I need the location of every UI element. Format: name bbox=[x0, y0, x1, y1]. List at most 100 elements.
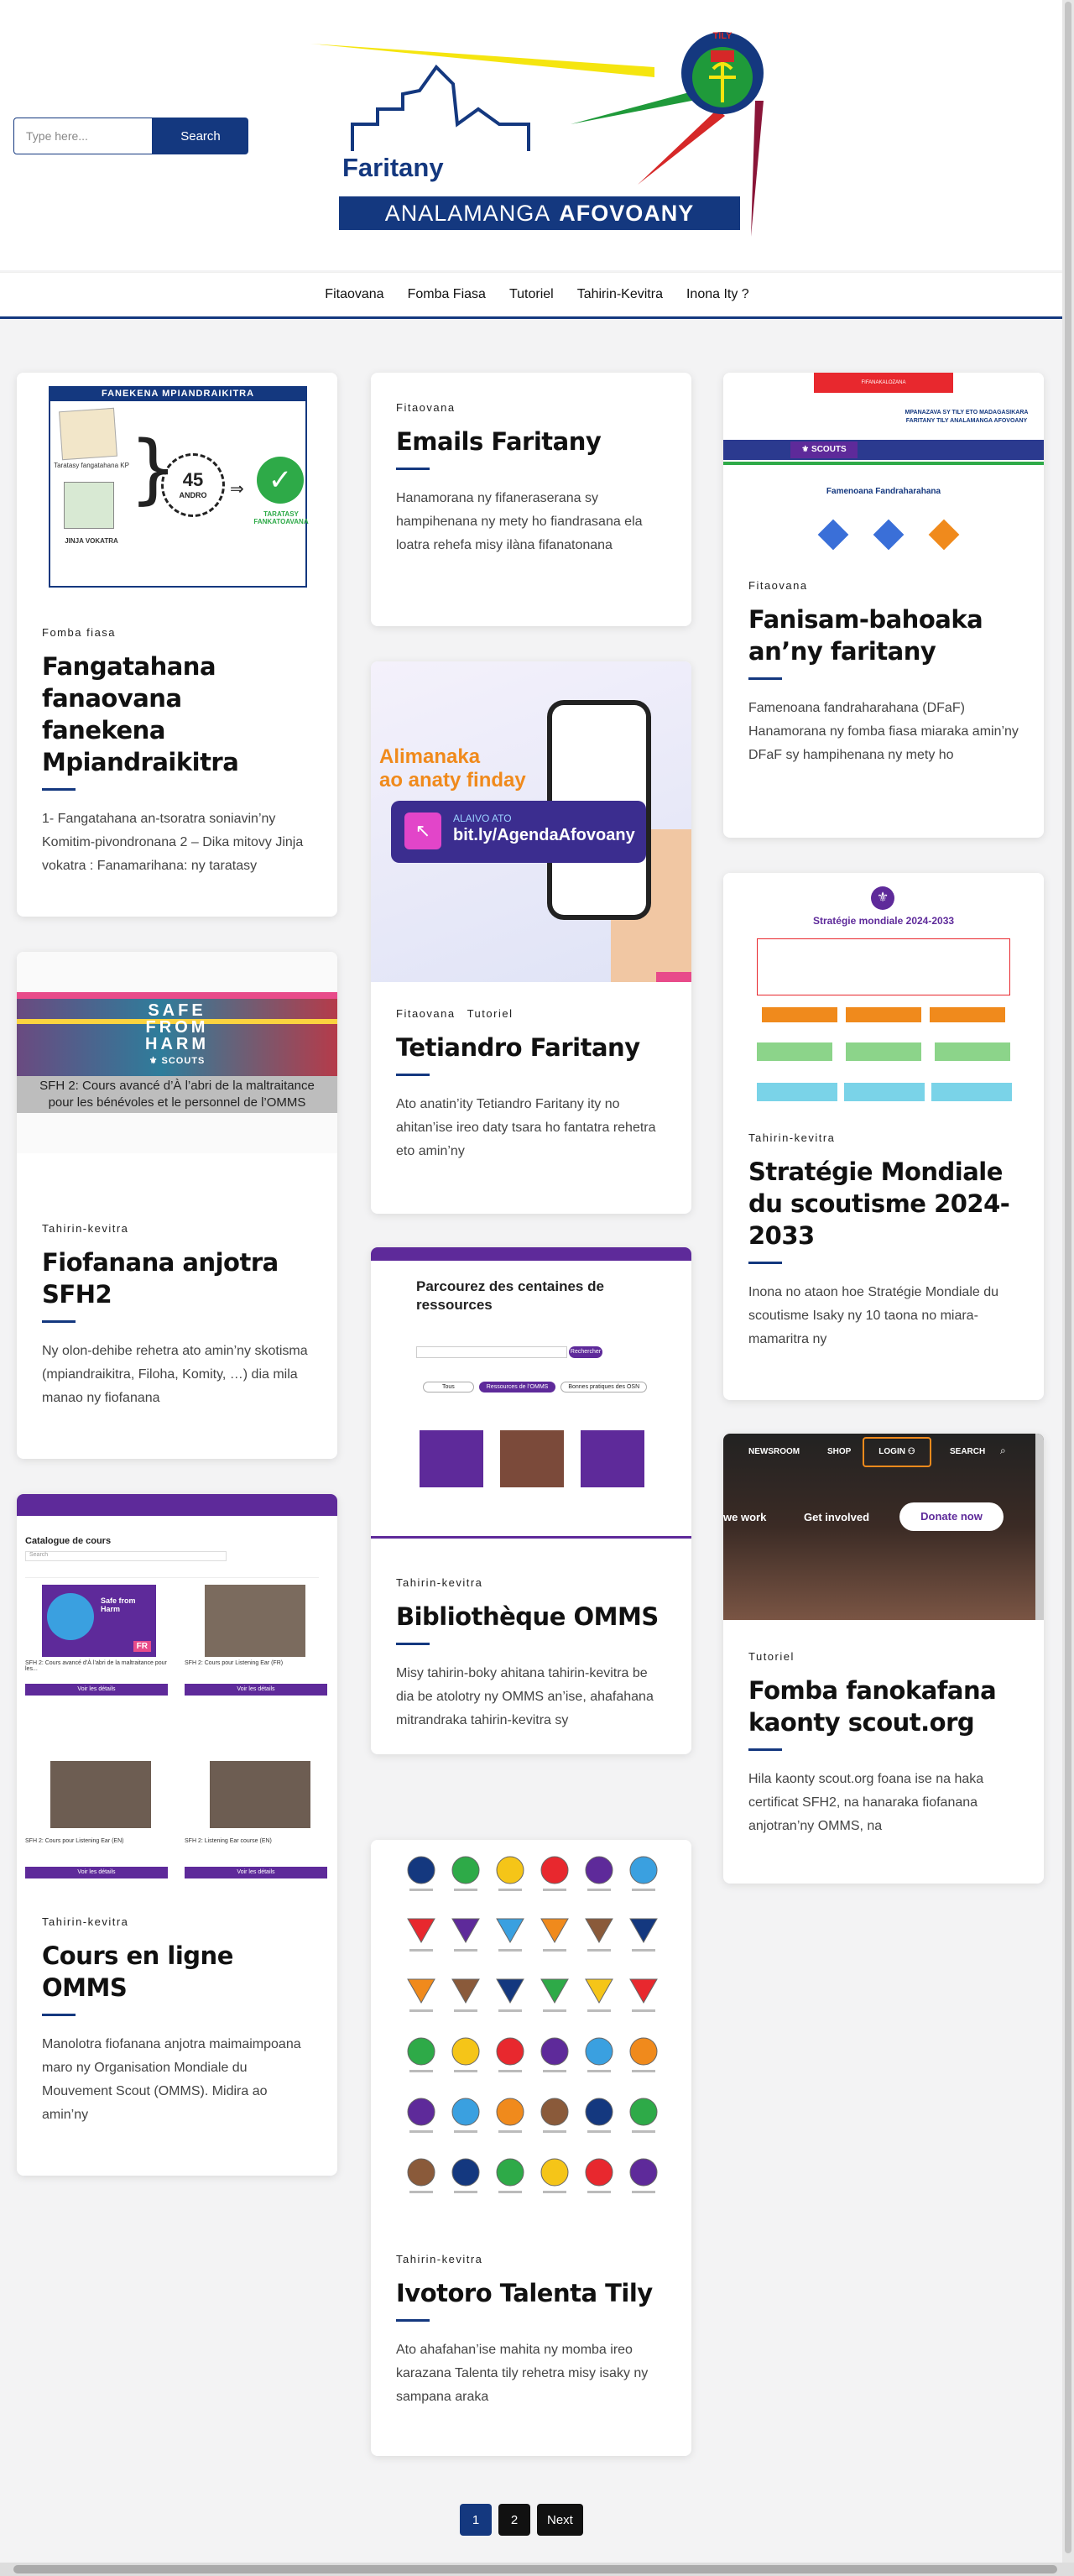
post-category-link[interactable]: Fomba fiasa bbox=[42, 626, 116, 639]
post-body: Tahirin-kevitra Bibliothèque OMMS Misy t… bbox=[396, 1576, 666, 1732]
thumb-photo bbox=[210, 1761, 310, 1828]
talent-badge-icon bbox=[585, 1918, 613, 1944]
post-body: Tahirin-kevitra Ivotoro Talenta Tily Ato… bbox=[396, 2253, 666, 2409]
talent-badge-caption bbox=[454, 2130, 477, 2133]
nav-item-inona-ity[interactable]: Inona Ity ? bbox=[686, 287, 749, 302]
post-title[interactable]: Cours en ligne OMMS bbox=[42, 1940, 312, 2004]
search-input[interactable] bbox=[13, 118, 153, 154]
main-nav: Fitaovana Fomba Fiasa Tutoriel Tahirin-K… bbox=[0, 272, 1074, 319]
thumb-banner: FANEKENA MPIANDRAIKITRA bbox=[49, 386, 307, 401]
talent-badge-caption bbox=[632, 2070, 655, 2072]
post-category-link[interactable]: Tutoriel bbox=[467, 1007, 514, 1020]
thumb-resource-tile bbox=[500, 1430, 564, 1487]
thumb-line-2: FARITANY TILY ANALAMANGA AFOVOANY bbox=[905, 418, 1028, 424]
thumb-login: LOGIN ⚇ bbox=[863, 1437, 931, 1467]
post-thumbnail[interactable]: NEWSROOM SHOP LOGIN ⚇ SEARCH ⌕ we work G… bbox=[723, 1434, 1044, 1620]
talent-badge-icon bbox=[451, 2098, 480, 2126]
post-category-link[interactable]: Fitaovana bbox=[748, 579, 808, 592]
post-title[interactable]: Fanisam-bahoaka an’ny faritany bbox=[748, 604, 1019, 667]
nav-item-tutoriel[interactable]: Tutoriel bbox=[509, 287, 554, 302]
logo-subtitle: ANALAMANGA AFOVOANY bbox=[339, 196, 740, 230]
post-category-link[interactable]: Tutoriel bbox=[748, 1650, 795, 1663]
talent-badge-caption bbox=[454, 2191, 477, 2193]
thumb-priority bbox=[844, 1083, 925, 1101]
logo-subtitle-1: ANALAMANGA bbox=[384, 200, 551, 226]
next-page-link[interactable]: Next bbox=[537, 2504, 583, 2536]
thumb-line-1: MPANAZAVA SY TILY ETO MADAGASIKARA bbox=[905, 410, 1029, 415]
post-title[interactable]: Bibliothèque OMMS bbox=[396, 1601, 666, 1633]
post-category-link[interactable]: Tahirin-kevitra bbox=[396, 1576, 482, 1589]
thumb-pill-2: bit.ly/AgendaAfovoany bbox=[453, 826, 635, 844]
thumb-brand: ⚜ SCOUTS bbox=[129, 1053, 225, 1069]
check-icon: ✓ bbox=[257, 457, 304, 504]
post-category-link[interactable]: Tahirin-kevitra bbox=[42, 1915, 128, 1928]
post-title[interactable]: Stratégie Mondiale du scoutisme 2024-203… bbox=[748, 1156, 1019, 1251]
post-title[interactable]: Fiofanana anjotra SFH2 bbox=[42, 1246, 312, 1310]
vertical-scrollbar[interactable] bbox=[1062, 0, 1074, 2563]
talent-badge-caption bbox=[543, 1889, 566, 1891]
post-category-link[interactable]: Fitaovana bbox=[396, 1007, 456, 1020]
logo-ray-yellow bbox=[310, 44, 654, 77]
post-thumbnail[interactable]: Catalogue de cours Search Safe from Harm… bbox=[17, 1494, 337, 1887]
post-thumbnail[interactable]: Alimanaka ao anaty finday ↖ ALAIVO ATO b… bbox=[371, 661, 691, 982]
post-thumbnail[interactable]: SAFE FROM HARM ⚜ SCOUTS SFH 2: Cours ava… bbox=[17, 952, 337, 1153]
thumb-filters bbox=[25, 1568, 319, 1578]
talent-badge-icon bbox=[407, 1918, 435, 1944]
talent-badge-icon bbox=[496, 2098, 524, 2126]
post-title[interactable]: Fangatahana fanaovana fanekena Mpiandrai… bbox=[42, 651, 312, 778]
post-card: Fitaovana Emails Faritany Hanamorana ny … bbox=[371, 373, 691, 626]
talent-badge-icon bbox=[496, 1856, 524, 1884]
post-thumbnail[interactable]: Parcourez des centaines de ressources Re… bbox=[371, 1247, 691, 1551]
talent-badge-icon bbox=[540, 2158, 569, 2187]
nav-item-fomba-fiasa[interactable]: Fomba Fiasa bbox=[408, 287, 486, 302]
talent-badge-icon bbox=[585, 2098, 613, 2126]
post-thumbnail[interactable] bbox=[371, 1840, 691, 2236]
thumb-priority bbox=[935, 1042, 1010, 1061]
thumb-heading-1: Alimanaka bbox=[379, 745, 481, 768]
post-category: Tahirin-kevitra bbox=[748, 1131, 1019, 1144]
talent-badge-caption bbox=[587, 2070, 611, 2072]
horizontal-scrollbar[interactable] bbox=[0, 2563, 1074, 2576]
talent-badge-icon bbox=[540, 2098, 569, 2126]
post-category-link[interactable]: Tahirin-kevitra bbox=[396, 2253, 482, 2265]
page-2-link[interactable]: 2 bbox=[498, 2504, 530, 2536]
talent-badge-caption bbox=[543, 2009, 566, 2012]
post-thumbnail[interactable]: ⚜ Stratégie mondiale 2024-2033 bbox=[723, 873, 1044, 1116]
thumb-letter bbox=[59, 407, 117, 461]
thumb-topbar bbox=[17, 1494, 337, 1516]
thumb-caption-2: pour les bénévoles et le personnel de l’… bbox=[48, 1095, 306, 1110]
post-thumbnail[interactable]: FIFANAKALOZANA MPANAZAVA SY TILY ETO MAD… bbox=[723, 373, 1044, 571]
horizontal-scrollbar-thumb[interactable] bbox=[13, 2565, 1057, 2573]
post-category-link[interactable]: Tahirin-kevitra bbox=[42, 1222, 128, 1235]
nav-item-tahirin-kevitra[interactable]: Tahirin-Kevitra bbox=[577, 287, 663, 302]
post-title[interactable]: Tetiandro Faritany bbox=[396, 1032, 666, 1063]
title-divider bbox=[42, 788, 76, 791]
thumb-menu-1: NEWSROOM bbox=[748, 1447, 800, 1456]
post-category: Tahirin-kevitra bbox=[396, 2253, 666, 2265]
thumb-priority bbox=[931, 1083, 1012, 1101]
thumb-shape bbox=[873, 519, 905, 551]
post-category-link[interactable]: Fitaovana bbox=[396, 401, 456, 414]
talent-badge-icon bbox=[629, 1856, 658, 1884]
post-thumbnail[interactable]: FANEKENA MPIANDRAIKITRA Taratasy fangata… bbox=[17, 373, 337, 599]
search-button[interactable]: Search bbox=[153, 118, 248, 154]
thumb-tab: Tous bbox=[423, 1382, 474, 1393]
thumb-link-2: Get involved bbox=[804, 1511, 870, 1523]
post-title[interactable]: Emails Faritany bbox=[396, 426, 666, 457]
post-category-link[interactable]: Tahirin-kevitra bbox=[748, 1131, 835, 1144]
thumb-course-circle bbox=[47, 1593, 94, 1640]
post-card: NEWSROOM SHOP LOGIN ⚇ SEARCH ⌕ we work G… bbox=[723, 1434, 1044, 1884]
post-title[interactable]: Ivotoro Talenta Tily bbox=[396, 2277, 666, 2309]
nav-item-fitaovana[interactable]: Fitaovana bbox=[325, 287, 383, 302]
thumb-badge-1: Safe from Harm bbox=[101, 1596, 136, 1613]
pagination: 1 2 Next bbox=[460, 2504, 583, 2536]
thumb-stripe bbox=[723, 462, 1044, 465]
vertical-scrollbar-thumb[interactable] bbox=[1065, 2, 1071, 2553]
page-1-link[interactable]: 1 bbox=[460, 2504, 492, 2536]
logo-title: Faritany bbox=[342, 153, 444, 182]
post-card: ⚜ Stratégie mondiale 2024-2033 Tahirin-k… bbox=[723, 873, 1044, 1400]
post-title[interactable]: Fomba fanokafana kaonty scout.org bbox=[748, 1675, 1019, 1738]
thumb-impact bbox=[762, 1007, 837, 1022]
thumb-priority bbox=[846, 1042, 921, 1061]
post-category: Tahirin-kevitra bbox=[42, 1915, 312, 1928]
